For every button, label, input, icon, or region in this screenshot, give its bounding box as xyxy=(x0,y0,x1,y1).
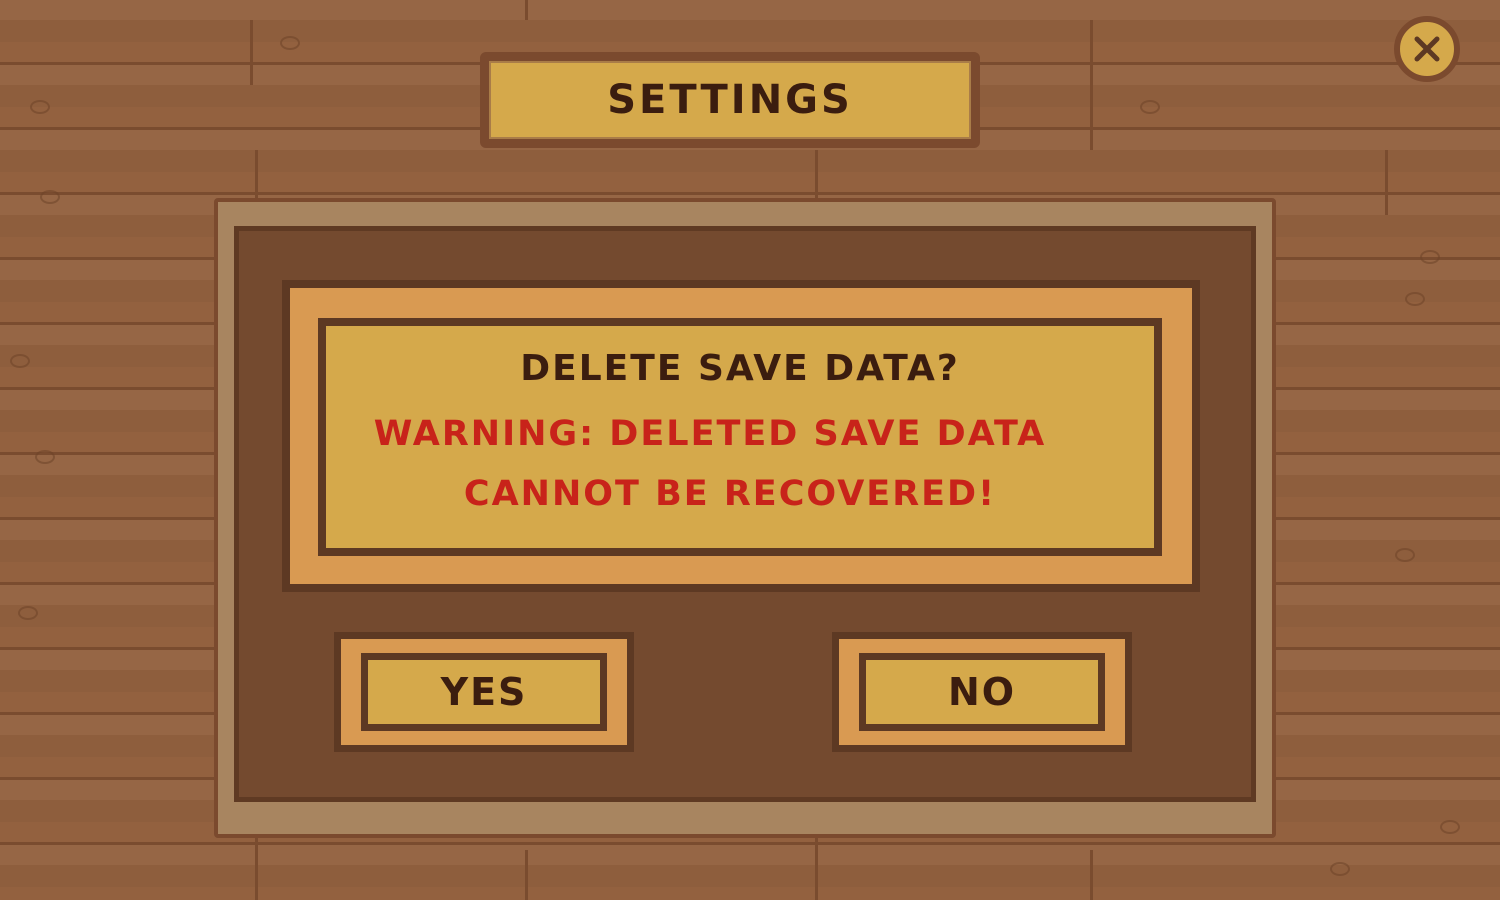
delete-question: DELETE SAVE DATA? xyxy=(520,348,960,389)
wood-knot xyxy=(1420,250,1440,264)
page-title: SETTINGS xyxy=(607,77,853,123)
plank-seam xyxy=(1090,20,1093,85)
yes-button[interactable]: YES xyxy=(334,632,634,752)
warning-line-1: WARNING: DELETED SAVE DATA xyxy=(373,414,1047,454)
no-button-face[interactable]: NO xyxy=(859,653,1105,731)
wood-knot xyxy=(1330,862,1350,876)
wood-knot xyxy=(18,606,38,620)
no-button-label: NO xyxy=(947,670,1017,714)
wood-knot xyxy=(40,190,60,204)
no-button[interactable]: NO xyxy=(832,632,1132,752)
wood-knot xyxy=(1395,548,1415,562)
plank-seam xyxy=(1090,85,1093,150)
yes-button-face[interactable]: YES xyxy=(361,653,607,731)
plank-seam xyxy=(250,20,253,85)
wood-knot xyxy=(30,100,50,114)
yes-button-label: YES xyxy=(440,670,528,714)
plank-seam xyxy=(1090,850,1093,900)
settings-title-plate: SETTINGS xyxy=(480,52,980,148)
plank-seam xyxy=(1385,150,1388,215)
plank-seam xyxy=(525,850,528,900)
close-button[interactable] xyxy=(1394,16,1460,82)
wood-knot xyxy=(1440,820,1460,834)
plank-seam xyxy=(525,0,528,20)
close-icon xyxy=(1414,36,1440,62)
wood-knot xyxy=(1140,100,1160,114)
wood-knot xyxy=(35,450,55,464)
wood-knot xyxy=(280,36,300,50)
warning-line-2: CANNOT BE RECOVERED! xyxy=(463,474,997,514)
wood-knot xyxy=(10,354,30,368)
wood-knot xyxy=(1405,292,1425,306)
